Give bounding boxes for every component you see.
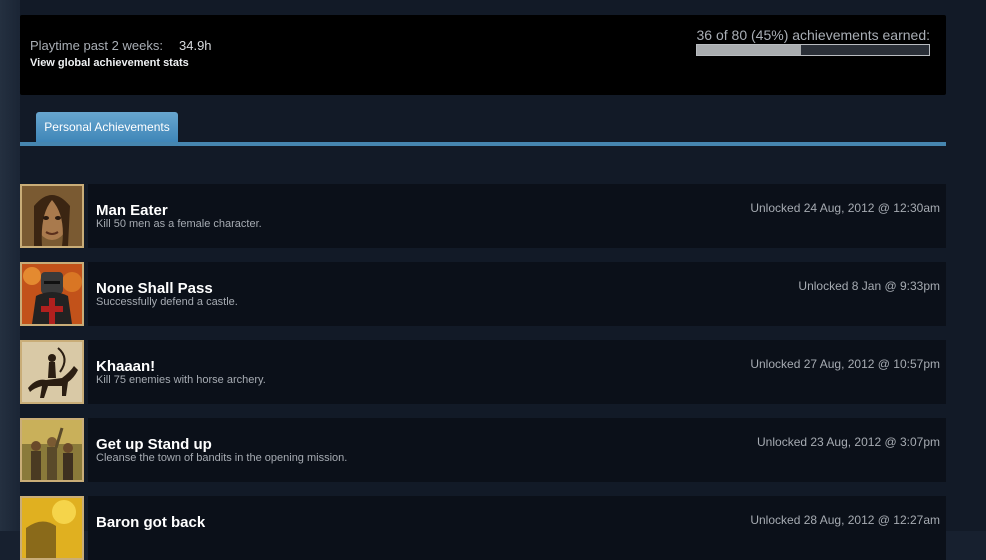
tab-personal-achievements[interactable]: Personal Achievements — [36, 112, 178, 142]
playtime-value: 34.9h — [179, 38, 212, 53]
achievement-progress-fill — [697, 45, 802, 55]
achievement-row: Baron got back Unlocked 28 Aug, 2012 @ 1… — [20, 496, 946, 560]
achievement-unlock-date: Unlocked 28 Aug, 2012 @ 12:27am — [750, 513, 940, 527]
achievement-unlock-date: Unlocked 24 Aug, 2012 @ 12:30am — [750, 201, 940, 215]
achievement-description: Kill 75 enemies with horse archery. — [96, 374, 266, 386]
achievement-description: Kill 50 men as a female character. — [96, 218, 262, 230]
baron-icon — [20, 496, 84, 560]
horse-archer-icon — [20, 340, 84, 404]
playtime-label: Playtime past 2 weeks: — [30, 38, 163, 53]
achievement-title: Get up Stand up — [96, 436, 212, 453]
achievement-description: Cleanse the town of bandits in the openi… — [96, 452, 348, 464]
achievement-row: Get up Stand up Cleanse the town of band… — [20, 418, 946, 482]
achievement-unlock-date: Unlocked 23 Aug, 2012 @ 3:07pm — [757, 435, 940, 449]
global-stats-link[interactable]: View global achievement stats — [30, 57, 189, 69]
achievement-row: None Shall Pass Successfully defend a ca… — [20, 262, 946, 326]
female-warrior-icon — [20, 184, 84, 248]
townsfolk-icon — [20, 418, 84, 482]
achievement-title: Khaaan! — [96, 358, 156, 375]
achievement-details: None Shall Pass Successfully defend a ca… — [88, 262, 946, 326]
achievement-details: Man Eater Kill 50 men as a female charac… — [88, 184, 946, 248]
tab-underline — [20, 142, 946, 146]
achievements-summary: 36 of 80 (45%) achievements earned: — [696, 27, 930, 43]
achievement-details: Get up Stand up Cleanse the town of band… — [88, 418, 946, 482]
achievement-unlock-date: Unlocked 27 Aug, 2012 @ 10:57pm — [750, 357, 940, 371]
achievement-unlock-date: Unlocked 8 Jan @ 9:33pm — [798, 279, 940, 293]
achievement-row: Man Eater Kill 50 men as a female charac… — [20, 184, 946, 248]
stats-panel: Playtime past 2 weeks: 34.9h View global… — [20, 15, 946, 95]
achievement-progress-bar — [696, 44, 930, 56]
achievement-title: Man Eater — [96, 202, 168, 219]
achievement-details: Khaaan! Kill 75 enemies with horse arche… — [88, 340, 946, 404]
achievement-row: Khaaan! Kill 75 enemies with horse arche… — [20, 340, 946, 404]
achievement-title: Baron got back — [96, 514, 206, 531]
achievement-details: Baron got back Unlocked 28 Aug, 2012 @ 1… — [88, 496, 946, 560]
achievement-title: None Shall Pass — [96, 280, 213, 297]
left-sidebar-edge — [0, 0, 20, 531]
knight-icon — [20, 262, 84, 326]
achievement-description: Successfully defend a castle. — [96, 296, 238, 308]
